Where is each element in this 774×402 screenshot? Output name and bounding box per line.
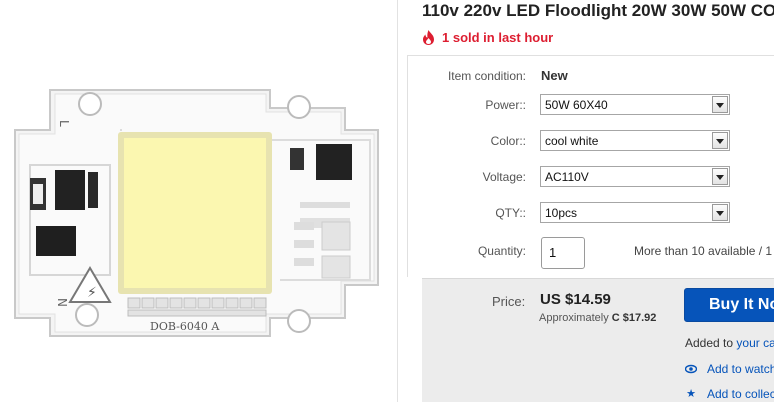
price-label: Price: — [492, 294, 526, 309]
color-label: Color:: — [490, 134, 526, 148]
sold-notice: 1 sold in last hour — [422, 27, 553, 47]
control-ic — [316, 144, 352, 180]
add-to-collection-link[interactable]: ★ Add to collection — [685, 387, 774, 401]
qty-label: QTY:: — [495, 206, 526, 220]
cart-link[interactable]: your cart — [736, 336, 774, 350]
driver-ic — [55, 170, 85, 210]
svg-text:L: L — [57, 120, 71, 127]
mounting-hole — [75, 303, 99, 327]
power-value: 50W 60X40 — [545, 98, 608, 112]
star-icon: ★ — [686, 388, 696, 400]
mounting-hole — [287, 309, 311, 333]
product-image[interactable]: ⚡ DOB-6040 A L N — [0, 0, 398, 402]
mounting-hole — [78, 92, 102, 116]
quantity-label: Quantity: — [477, 244, 526, 258]
sold-text: 1 sold in last hour — [442, 29, 554, 45]
approx-price: Approximately C $17.92 — [539, 312, 656, 324]
cob-led-emitter — [124, 138, 266, 288]
power-select[interactable]: 50W 60X40 — [540, 94, 730, 115]
condition-value: New — [541, 68, 568, 83]
added-to-cart-row: Added to your cart — [685, 336, 774, 350]
voltage-select[interactable]: AC110V — [540, 166, 730, 187]
condition-label: Item condition: — [447, 69, 526, 83]
price-value: US $14.59 — [540, 291, 611, 308]
eye-icon — [684, 363, 698, 375]
voltage-label: Voltage: — [482, 170, 526, 184]
svg-text:⚡: ⚡ — [87, 285, 97, 301]
qty-value: 10pcs — [545, 206, 578, 220]
add-to-watch-list-link[interactable]: Add to watch list — [684, 362, 774, 376]
collection-link-label[interactable]: Add to collection — [707, 387, 774, 401]
quantity-input[interactable]: 1 — [541, 237, 585, 269]
voltage-value: AC110V — [545, 170, 589, 184]
approx-prefix: Approximately — [539, 312, 609, 324]
mounting-hole — [287, 95, 311, 119]
chevron-down-icon[interactable] — [712, 96, 728, 113]
price-panel: Price: US $14.59 Approximately C $17.92 … — [422, 278, 774, 402]
transistor — [36, 226, 76, 256]
chevron-down-icon[interactable] — [712, 168, 728, 185]
approx-value: C $17.92 — [611, 312, 657, 324]
availability-text: More than 10 available / 1 — [634, 244, 773, 258]
power-label: Power:: — [485, 98, 526, 112]
product-title: 110v 220v LED Floodlight 20W 30W 50W COB… — [422, 1, 774, 20]
color-select[interactable]: cool white — [540, 130, 730, 151]
added-prefix: Added to — [685, 336, 734, 350]
chevron-down-icon[interactable] — [712, 132, 728, 149]
flame-icon — [423, 29, 434, 45]
svg-text:N: N — [55, 298, 69, 307]
qty-select[interactable]: 10pcs — [540, 202, 730, 223]
watch-link-label[interactable]: Add to watch list — [707, 362, 774, 376]
pcb-label: DOB-6040 A — [150, 320, 220, 333]
color-value: cool white — [545, 134, 599, 148]
led-chip-illustration: ⚡ DOB-6040 A L N — [14, 89, 379, 337]
buy-it-now-button[interactable]: Buy It Now — [684, 288, 774, 322]
item-details: Item condition: New Power:: 50W 60X40 Co… — [407, 55, 774, 277]
chevron-down-icon[interactable] — [712, 204, 728, 221]
